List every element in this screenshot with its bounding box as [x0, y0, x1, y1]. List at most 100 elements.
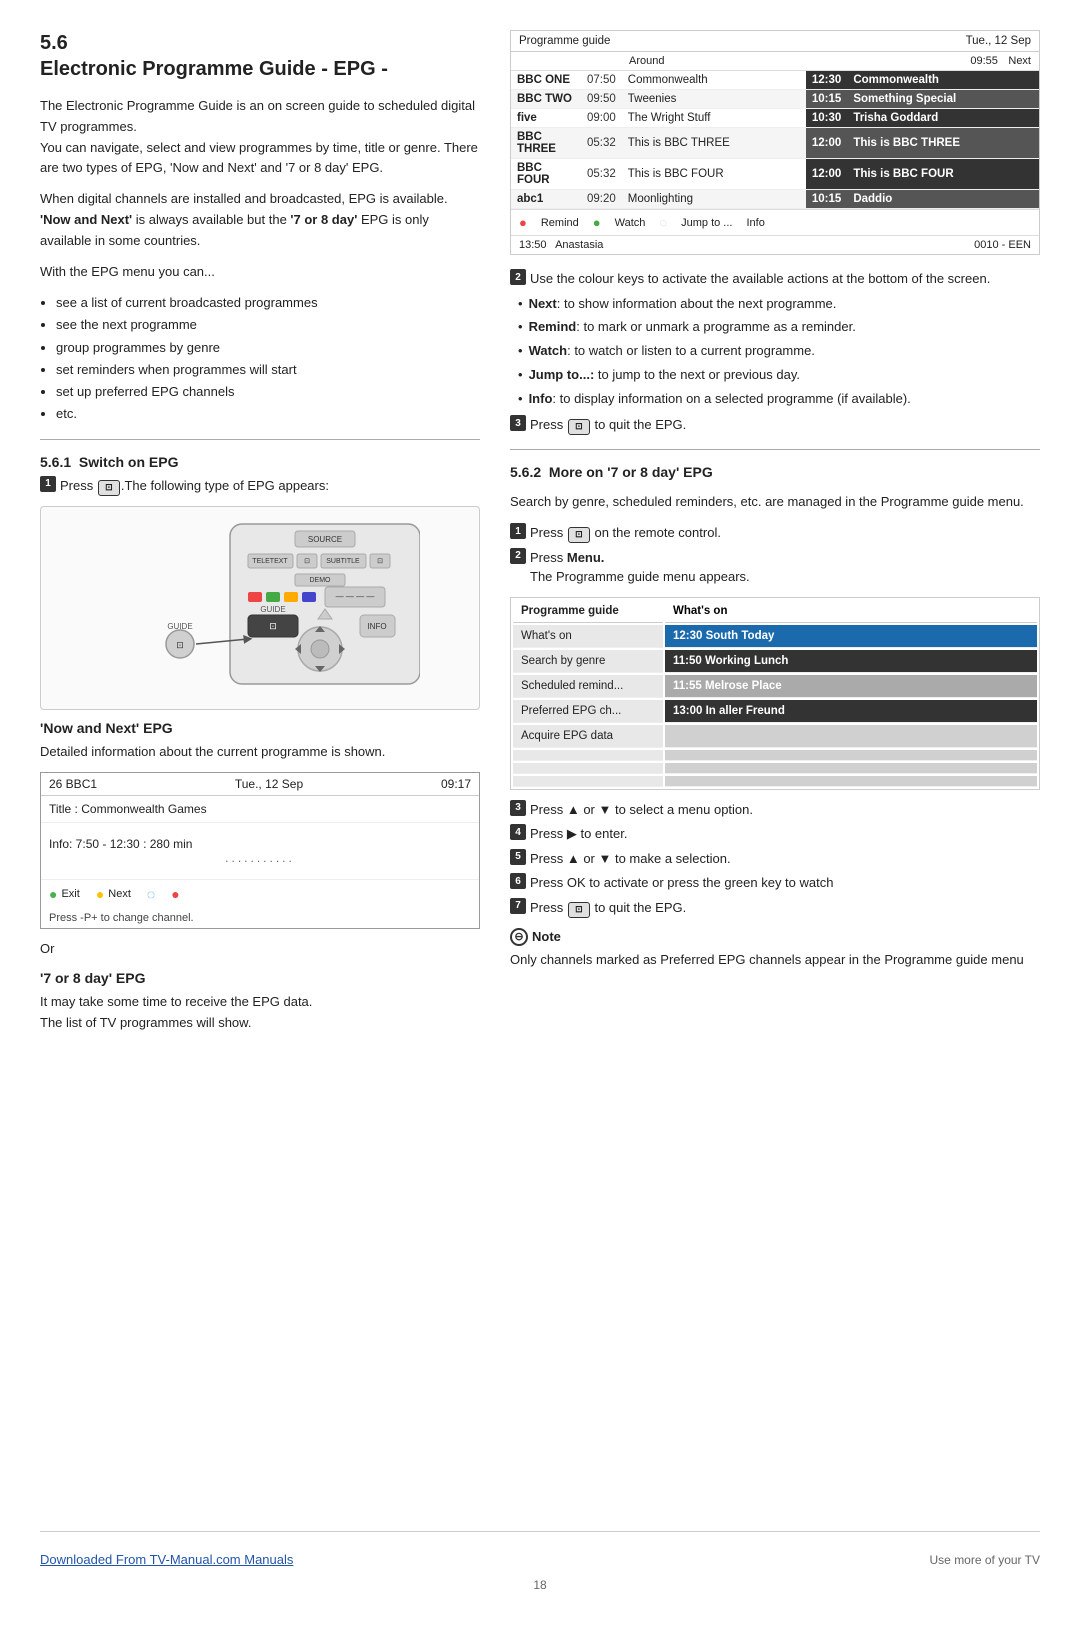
note-box: ⊖ Note Only channels marked as Preferred…: [510, 928, 1040, 971]
step-b4-num: 4: [510, 824, 526, 840]
footer-right: Use more of your TV: [930, 1553, 1040, 1567]
prog-guide-header: Programme guide Tue., 12 Sep: [511, 31, 1039, 52]
page-footer: Downloaded From TV-Manual.com Manuals Us…: [40, 1531, 1040, 1567]
step-b7-text: Press ⊡ to quit the EPG.: [530, 898, 1040, 918]
table-row: five 09:00 The Wright Stuff 10:30 Trisha…: [511, 109, 1039, 128]
prog-guide-date: Tue., 12 Sep: [966, 35, 1031, 47]
whats-on-label: Search by genre: [513, 650, 663, 673]
divider-562: [510, 449, 1040, 450]
remote-svg: SOURCE TELETEXT ⊡ SUBTITLE ⊡ DEMO: [100, 519, 420, 694]
seven-day-desc: It may take some time to receive the EPG…: [40, 992, 480, 1034]
section-title-text: Electronic Programme Guide - EPG -: [40, 56, 480, 82]
prog-footer-info: 13:50 Anastasia 0010 - EEN: [511, 235, 1039, 254]
guide-icon-quit: ⊡: [568, 419, 590, 435]
page-number: 18: [533, 1578, 546, 1592]
footer-link[interactable]: Downloaded From TV-Manual.com Manuals: [40, 1552, 293, 1567]
table-row: Acquire EPG data: [513, 725, 1037, 748]
guide-icon-b7: ⊡: [568, 902, 590, 918]
info-label: Info: [746, 217, 764, 229]
whats-on-value: 11:50 Working Lunch: [665, 650, 1037, 673]
table-row: abc1 09:20 Moonlighting 10:15 Daddio: [511, 190, 1039, 209]
bullet-text: Info: to display information on a select…: [529, 389, 911, 410]
bullet-char: •: [518, 365, 523, 386]
whats-on-label: Scheduled remind...: [513, 675, 663, 698]
right-bullet-info: • Info: to display information on a sele…: [518, 389, 1040, 410]
right-column: Programme guide Tue., 12 Sep Around 09:5…: [510, 30, 1040, 1531]
step-b7: 7 Press ⊡ to quit the EPG.: [510, 898, 1040, 918]
bullet-text: Remind: to mark or unmark a programme as…: [529, 317, 856, 338]
step-562-1-text: Press ⊡ on the remote control.: [530, 523, 1040, 543]
svg-text:— — — —: — — — —: [336, 592, 375, 601]
bullet-char: •: [518, 317, 523, 338]
epg-footer-next: ● Next: [96, 886, 131, 902]
step-3-quit: 3 Press ⊡ to quit the EPG.: [510, 415, 1040, 435]
step-562-2-text: Press Menu. The Programme guide menu app…: [530, 548, 1040, 587]
epg-press-note: Press -P+ to change channel.: [41, 908, 479, 928]
note-title: ⊖ Note: [510, 928, 1040, 946]
whats-on-header-left: Programme guide: [513, 600, 663, 623]
epg-title-row: Title : Commonwealth Games: [41, 796, 479, 823]
left-column: 5.6 Electronic Programme Guide - EPG - T…: [40, 30, 480, 1531]
epg-info-text: Info: 7:50 - 12:30 : 280 min: [49, 837, 471, 851]
bullet-char: •: [518, 294, 523, 315]
main-content: 5.6 Electronic Programme Guide - EPG - T…: [40, 30, 1040, 1531]
step-number: 1: [40, 476, 56, 492]
subsection-561-title: 5.6.1 Switch on EPG: [40, 454, 480, 470]
yellow-dot: ●: [96, 886, 104, 902]
remind-label: Remind: [541, 217, 579, 229]
exit-label: Exit: [61, 888, 79, 900]
table-row: [513, 776, 1037, 787]
step-562-1: 1 Press ⊡ on the remote control.: [510, 523, 1040, 543]
prog-guide-cols: Around 09:55 Next: [511, 52, 1039, 71]
whats-on-value: 13:00 In aller Freund: [665, 700, 1037, 723]
note-text: Only channels marked as Preferred EPG ch…: [510, 950, 1040, 971]
jump-dot: ◌: [659, 215, 667, 230]
watch-label: Watch: [615, 217, 646, 229]
table-row: Preferred EPG ch... 13:00 In aller Freun…: [513, 700, 1037, 723]
bullet-char: •: [518, 341, 523, 362]
epg-footer: ● Exit ● Next ◌ ●: [41, 879, 479, 908]
step-2: 2 Use the colour keys to activate the av…: [510, 269, 1040, 289]
remind-dot: ●: [519, 215, 527, 230]
table-row-header: Programme guide What's on: [513, 600, 1037, 623]
step-3-num: 3: [510, 415, 526, 431]
blue-dot: ◌: [147, 886, 155, 902]
step-b3-num: 3: [510, 800, 526, 816]
or-label: Or: [40, 939, 480, 960]
bullet-list: see a list of current broadcasted progra…: [56, 292, 480, 425]
table-row: [513, 750, 1037, 761]
right-bullet-jump: • Jump to...: to jump to the next or pre…: [518, 365, 1040, 386]
whats-on-header-right: What's on: [665, 600, 1037, 623]
subsection-562-title: 5.6.2 More on '7 or 8 day' EPG: [510, 464, 713, 480]
list-item: etc.: [56, 403, 480, 425]
epg-info: Info: 7:50 - 12:30 : 280 min ...........: [41, 823, 479, 879]
step-2-text: Use the colour keys to activate the avai…: [530, 269, 1040, 289]
whats-on-label: What's on: [513, 625, 663, 648]
programme-guide-table: Programme guide Tue., 12 Sep Around 09:5…: [510, 30, 1040, 255]
section-number: 5.6: [40, 30, 480, 56]
step-b5-text: Press ▲ or ▼ to make a selection.: [530, 849, 1040, 869]
table-row: BBC FOUR 05:32 This is BBC FOUR 12:00 Th…: [511, 159, 1039, 190]
step-b6-num: 6: [510, 873, 526, 889]
list-item: set reminders when programmes will start: [56, 359, 480, 381]
guide-icon-562: ⊡: [568, 527, 590, 543]
list-item: set up preferred EPG channels: [56, 381, 480, 403]
list-item: see the next programme: [56, 314, 480, 336]
table-row: BBC TWO 09:50 Tweenies 10:15 Something S…: [511, 90, 1039, 109]
now-next-title: 'Now and Next' EPG: [40, 720, 480, 736]
epg-footer-item3: ◌: [147, 886, 155, 902]
step-b3-text: Press ▲ or ▼ to select a menu option.: [530, 800, 1040, 820]
step-3-text: Press ⊡ to quit the EPG.: [530, 415, 1040, 435]
svg-text:DEMO: DEMO: [310, 577, 332, 584]
table-row: Scheduled remind... 11:55 Melrose Place: [513, 675, 1037, 698]
next-label: Next: [108, 888, 131, 900]
table-row: [513, 763, 1037, 774]
epg-programme-title: Title : Commonwealth Games: [49, 802, 207, 816]
table-row: Search by genre 11:50 Working Lunch: [513, 650, 1037, 673]
epg-footer-exit: ● Exit: [49, 886, 80, 902]
now-next-epg-box: 26 BBC1 Tue., 12 Sep 09:17 Title : Commo…: [40, 772, 480, 929]
prog-footer: ● Remind ● Watch ◌ Jump to ... Info: [511, 209, 1039, 235]
epg-box-header: 26 BBC1 Tue., 12 Sep 09:17: [41, 773, 479, 796]
step-b3: 3 Press ▲ or ▼ to select a menu option.: [510, 800, 1040, 820]
step-b6-text: Press OK to activate or press the green …: [530, 873, 1040, 893]
